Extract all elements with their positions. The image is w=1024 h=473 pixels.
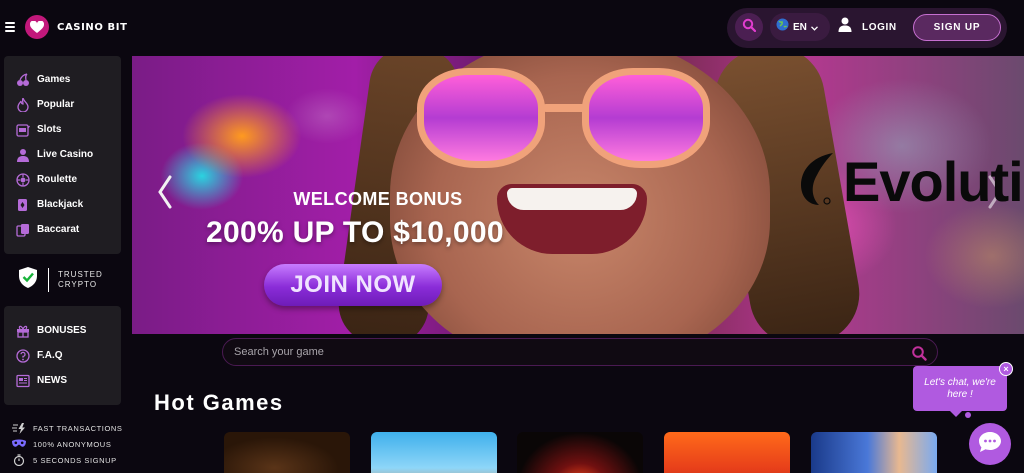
- sidebar-item-label: Slots: [37, 124, 62, 135]
- heart-logo-icon[interactable]: [25, 15, 49, 39]
- sunglasses-lens-left: [417, 68, 545, 168]
- language-selector[interactable]: EN: [770, 13, 830, 41]
- sidebar-item-label: Games: [37, 74, 71, 85]
- chat-prompt-tail: [950, 411, 962, 417]
- sidebar-item-bonuses[interactable]: BONUSES: [4, 318, 121, 343]
- newspaper-icon: [15, 373, 31, 389]
- hot-games-row: [224, 432, 944, 473]
- stopwatch-icon: [11, 454, 27, 466]
- user-icon: [838, 17, 852, 37]
- sidebar-item-label: Popular: [37, 99, 75, 110]
- sidebar-item-faq[interactable]: F.A.Q: [4, 343, 121, 368]
- feature-label: 5 SECONDS SIGNUP: [33, 455, 117, 465]
- language-label: EN: [793, 21, 807, 33]
- game-card[interactable]: [811, 432, 937, 473]
- section-title: Hot Games: [154, 390, 284, 415]
- evolution-logo: Evoluti: [797, 146, 1024, 216]
- divider: [48, 268, 49, 292]
- sidebar-item-live-casino[interactable]: Live Casino: [4, 142, 121, 167]
- cards-icon: [15, 197, 31, 213]
- login-button[interactable]: LOGIN: [838, 13, 897, 41]
- dealer-icon: [15, 147, 31, 163]
- login-label: LOGIN: [862, 21, 897, 33]
- sidebar-item-blackjack[interactable]: Blackjack: [4, 192, 121, 217]
- chat-close-button[interactable]: ×: [999, 362, 1013, 376]
- chat-bubble-icon: [978, 431, 1002, 458]
- search-icon[interactable]: [911, 345, 927, 361]
- sidebar-item-label: Blackjack: [37, 199, 84, 210]
- slot-machine-icon: [15, 122, 31, 138]
- sidebar-item-label: BONUSES: [37, 325, 87, 336]
- sidebar-nav-info: BONUSES F.A.Q NEWS: [4, 306, 121, 405]
- game-search-input[interactable]: Search your game: [222, 338, 938, 366]
- page: CASINO BIT Games Popular Slots Live Casi…: [0, 0, 1024, 473]
- search-placeholder: Search your game: [234, 346, 324, 358]
- chat-dot: [965, 412, 971, 418]
- trusted-line-1: TRUSTED: [58, 270, 103, 279]
- feature-item: FAST TRANSACTIONS: [11, 420, 123, 436]
- feature-list: FAST TRANSACTIONS 100% ANONYMOUS 5 SECON…: [11, 420, 123, 468]
- trusted-text: TRUSTED CRYPTO: [58, 270, 103, 290]
- flame-icon: [15, 97, 31, 113]
- sidebar-item-roulette[interactable]: Roulette: [4, 167, 121, 192]
- sidebar-item-games[interactable]: Games: [4, 67, 121, 92]
- evolution-leaf-icon: [797, 151, 837, 212]
- sunglasses-lens-right: [582, 68, 710, 168]
- sidebar-item-label: NEWS: [37, 375, 67, 386]
- game-card[interactable]: [224, 432, 350, 473]
- promo-subtitle: WELCOME BONUS: [293, 189, 463, 209]
- sunglasses-bridge: [542, 104, 588, 112]
- sidebar-item-baccarat[interactable]: Baccarat: [4, 217, 121, 242]
- chat-prompt[interactable]: Let's chat, we're here !: [913, 366, 1007, 411]
- header-search-button[interactable]: [735, 13, 763, 41]
- banner-prev-button[interactable]: [154, 174, 176, 214]
- signup-button[interactable]: SIGN UP: [913, 14, 1001, 41]
- mask-icon: [11, 438, 27, 450]
- lightning-icon: [11, 422, 27, 434]
- shield-check-icon: [18, 266, 38, 294]
- logo-row: CASINO BIT: [0, 0, 128, 54]
- chevron-down-icon: [810, 18, 818, 36]
- sidebar-item-label: F.A.Q: [37, 350, 63, 361]
- feature-label: FAST TRANSACTIONS: [33, 423, 123, 433]
- sidebar-nav-games: Games Popular Slots Live Casino Roulette…: [4, 56, 121, 254]
- baccarat-icon: [15, 222, 31, 238]
- sidebar-item-popular[interactable]: Popular: [4, 92, 121, 117]
- cherries-icon: [15, 72, 31, 88]
- game-card[interactable]: [371, 432, 497, 473]
- sidebar-item-slots[interactable]: Slots: [4, 117, 121, 142]
- feature-label: 100% ANONYMOUS: [33, 439, 112, 449]
- feature-item: 100% ANONYMOUS: [11, 436, 123, 452]
- sidebar-item-label: Roulette: [37, 174, 77, 185]
- game-card[interactable]: [517, 432, 643, 473]
- sidebar-item-news[interactable]: NEWS: [4, 368, 121, 393]
- sidebar-item-label: Live Casino: [37, 149, 94, 160]
- search-icon: [742, 18, 757, 37]
- partner-logo-text: Evoluti: [843, 149, 1024, 213]
- brand-name[interactable]: CASINO BIT: [57, 22, 128, 33]
- globe-icon: [776, 18, 789, 36]
- game-card[interactable]: [664, 432, 790, 473]
- gift-icon: [15, 323, 31, 339]
- roulette-icon: [15, 172, 31, 188]
- join-now-button[interactable]: JOIN NOW: [264, 264, 442, 306]
- feature-item: 5 SECONDS SIGNUP: [11, 452, 123, 468]
- trusted-crypto-badge: TRUSTED CRYPTO: [18, 267, 103, 293]
- sidebar: CASINO BIT Games Popular Slots Live Casi…: [0, 0, 128, 473]
- sidebar-item-label: Baccarat: [37, 224, 80, 235]
- hamburger-menu-icon[interactable]: [5, 22, 15, 32]
- chat-launcher-button[interactable]: [969, 423, 1011, 465]
- promo-headline: 200% UP TO $10,000: [206, 216, 504, 249]
- chevron-left-icon: [158, 175, 172, 214]
- hero-banner[interactable]: WELCOME BONUS 200% UP TO $10,000 JOIN NO…: [132, 56, 1024, 334]
- question-icon: [15, 348, 31, 364]
- trusted-line-2: CRYPTO: [58, 280, 98, 289]
